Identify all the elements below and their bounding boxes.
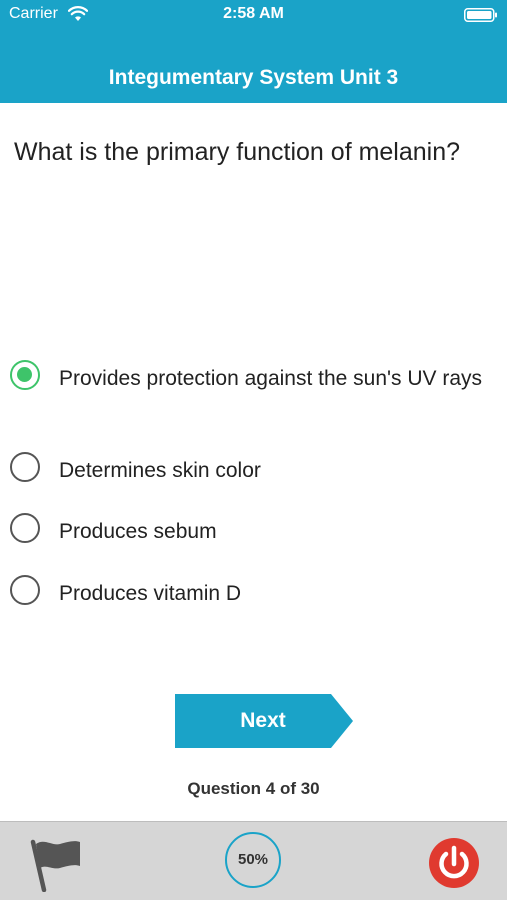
header-bar: Carrier 2:58 AM Integumentary System Uni… [0, 0, 507, 103]
radio-unselected-icon[interactable] [10, 513, 40, 543]
flag-icon [30, 839, 80, 893]
bottom-toolbar: 50% [0, 821, 507, 900]
question-text: What is the primary function of melanin? [14, 138, 461, 166]
status-bar: Carrier 2:58 AM [0, 0, 507, 30]
answer-label: Provides protection against the sun's UV… [59, 367, 483, 390]
quiz-screen: Carrier 2:58 AM Integumentary System Uni… [0, 0, 507, 900]
answer-label: Determines skin color [59, 459, 261, 482]
flag-button[interactable] [30, 836, 84, 893]
radio-unselected-icon[interactable] [10, 452, 40, 482]
battery-icon [464, 8, 497, 22]
next-button[interactable]: Next [175, 694, 353, 748]
next-button-label: Next [240, 709, 286, 732]
power-button[interactable] [429, 838, 479, 888]
power-icon [439, 845, 469, 879]
answer-label: Produces vitamin D [59, 582, 242, 605]
status-time: 2:58 AM [223, 5, 284, 22]
page-title: Integumentary System Unit 3 [108, 66, 399, 89]
question-progress: Question 4 of 30 [187, 779, 320, 798]
answer-label: Produces sebum [59, 520, 217, 543]
radio-unselected-icon[interactable] [10, 575, 40, 605]
progress-percent-badge: 50% [225, 832, 281, 888]
radio-selected-icon[interactable] [10, 360, 40, 390]
